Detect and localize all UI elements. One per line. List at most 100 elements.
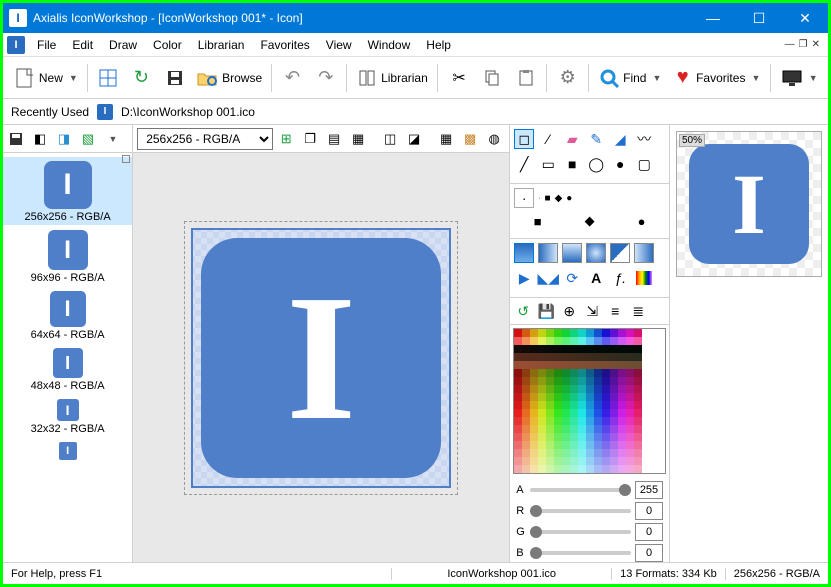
alpha-slider[interactable]	[530, 488, 631, 492]
open-button[interactable]	[93, 62, 124, 94]
pencil-tool[interactable]: ✎	[586, 129, 606, 149]
select-tool[interactable]: ◻	[514, 129, 534, 149]
rect-tool[interactable]: ▭	[538, 154, 558, 174]
pal-paste-button[interactable]: ⇲	[582, 301, 602, 321]
paste-button[interactable]	[510, 62, 541, 94]
copy-button[interactable]	[477, 62, 508, 94]
menu-draw[interactable]: Draw	[101, 36, 145, 54]
alpha-label: A	[516, 484, 526, 496]
rotate-tool[interactable]: ⟳	[562, 268, 582, 288]
undo-button[interactable]: ↶	[277, 62, 308, 94]
fx-tool[interactable]: ƒ.	[610, 268, 630, 288]
stack-format-button[interactable]: ▤	[323, 128, 345, 150]
brush-tool[interactable]: 〰	[634, 129, 654, 149]
menu-librarian[interactable]: Librarian	[190, 36, 253, 54]
format-cube2-button[interactable]: ◨	[53, 128, 75, 150]
gradient-2[interactable]	[538, 243, 558, 263]
find-button[interactable]: Find ▼	[594, 62, 666, 94]
filled-ellipse-tool[interactable]: ●	[610, 154, 630, 174]
scissors-icon: ✂	[448, 67, 469, 89]
pal-list-button[interactable]: ≡	[605, 301, 625, 321]
menu-window[interactable]: Window	[360, 36, 419, 54]
format-more-button[interactable]: ▼	[101, 128, 123, 150]
blue-value[interactable]: 0	[635, 544, 663, 562]
cut-button[interactable]: ✂	[443, 62, 474, 94]
minimize-button[interactable]: ―	[690, 3, 736, 33]
format-item-32[interactable]: I32x32 - RGB/A	[3, 395, 132, 437]
mdi-minimize-icon[interactable]: ―	[785, 39, 795, 50]
browse-button[interactable]: Browse	[192, 62, 266, 94]
filter-button[interactable]: ◍	[483, 128, 505, 150]
layout-b-button[interactable]: ◪	[403, 128, 425, 150]
reload-button[interactable]: ↻	[126, 62, 157, 94]
format-image-button[interactable]: ▧	[77, 128, 99, 150]
favorites-button[interactable]: ♥ Favorites ▼	[668, 62, 765, 94]
eraser-tool[interactable]: ▰	[562, 129, 582, 149]
close-button[interactable]: ✕	[782, 3, 828, 33]
canvas-area[interactable]: I	[133, 153, 509, 562]
gradient-5[interactable]	[610, 243, 630, 263]
flip-h-tool[interactable]: ▶	[514, 268, 534, 288]
menu-color[interactable]: Color	[145, 36, 190, 54]
menu-help[interactable]: Help	[418, 36, 459, 54]
redo-button[interactable]: ↷	[310, 62, 341, 94]
layout-a-button[interactable]: ◫	[379, 128, 401, 150]
librarian-button[interactable]: Librarian	[352, 62, 432, 94]
bucket-tool[interactable]: ◢	[610, 129, 630, 149]
format-item-64[interactable]: I64x64 - RGB/A	[3, 287, 132, 343]
green-slider[interactable]	[530, 530, 631, 534]
recent-file-path[interactable]: D:\IconWorkshop 001.ico	[117, 105, 259, 119]
add-format-button[interactable]: ⊞	[275, 128, 297, 150]
red-value[interactable]: 0	[635, 502, 663, 520]
canvas[interactable]: I	[191, 228, 451, 488]
save-format-button[interactable]	[5, 128, 27, 150]
gradient-1[interactable]	[514, 243, 534, 263]
line-tool[interactable]: ╱	[514, 154, 534, 174]
gradient-3[interactable]	[562, 243, 582, 263]
gradient-6[interactable]	[634, 243, 654, 263]
format-select[interactable]: 256x256 - RGB/A	[137, 128, 273, 150]
mirror-tool[interactable]: ◣◢	[538, 268, 558, 288]
format-item-more[interactable]: I	[3, 438, 132, 462]
app-menu-icon[interactable]: I	[7, 36, 25, 54]
blue-slider[interactable]	[530, 551, 631, 555]
alpha-value[interactable]: 255	[635, 481, 663, 499]
maximize-button[interactable]: ☐	[736, 3, 782, 33]
pal-sort-button[interactable]: ≣	[628, 301, 648, 321]
grid-button[interactable]: ▦	[435, 128, 457, 150]
brush-size-1[interactable]: ·	[514, 188, 534, 208]
mdi-restore-icon[interactable]: ❐	[799, 39, 808, 50]
menu-file[interactable]: File	[29, 36, 64, 54]
formats-list[interactable]: I256x256 - RGB/A I96x96 - RGB/A I64x64 -…	[3, 153, 132, 562]
pal-swap-button[interactable]: ↺	[513, 301, 533, 321]
menu-edit[interactable]: Edit	[64, 36, 101, 54]
format-item-48[interactable]: I48x48 - RGB/A	[3, 344, 132, 394]
rainbow-tool[interactable]	[634, 268, 654, 288]
monitor-button[interactable]: ▼	[776, 62, 822, 94]
pal-add-button[interactable]: ⊕	[559, 301, 579, 321]
format-item-256[interactable]: I256x256 - RGB/A	[3, 157, 132, 225]
filled-rect-tool[interactable]: ■	[562, 154, 582, 174]
settings-button[interactable]: ⚙	[552, 62, 583, 94]
red-slider[interactable]	[530, 509, 631, 513]
menu-favorites[interactable]: Favorites	[252, 36, 317, 54]
save-button[interactable]	[159, 62, 190, 94]
format-cube1-button[interactable]: ◧	[29, 128, 51, 150]
text-tool[interactable]: A	[586, 268, 606, 288]
new-button[interactable]: New ▼	[9, 62, 82, 94]
export-format-button[interactable]: ▦	[347, 128, 369, 150]
preview-box[interactable]: 50% I	[676, 131, 822, 277]
menu-view[interactable]: View	[318, 36, 360, 54]
green-value[interactable]: 0	[635, 523, 663, 541]
eyedropper-tool[interactable]: ⁄	[538, 129, 558, 149]
format-item-96[interactable]: I96x96 - RGB/A	[3, 226, 132, 286]
pal-save-button[interactable]: 💾	[536, 301, 556, 321]
gradient-4[interactable]	[586, 243, 606, 263]
mdi-close-icon[interactable]: ✕	[812, 39, 820, 50]
checker-button[interactable]: ▩	[459, 128, 481, 150]
ellipse-tool[interactable]: ◯	[586, 154, 606, 174]
duplicate-format-button[interactable]: ❐	[299, 128, 321, 150]
color-palette[interactable]	[510, 325, 669, 477]
rounded-rect-tool[interactable]: ▢	[634, 154, 654, 174]
librarian-icon	[357, 67, 377, 89]
